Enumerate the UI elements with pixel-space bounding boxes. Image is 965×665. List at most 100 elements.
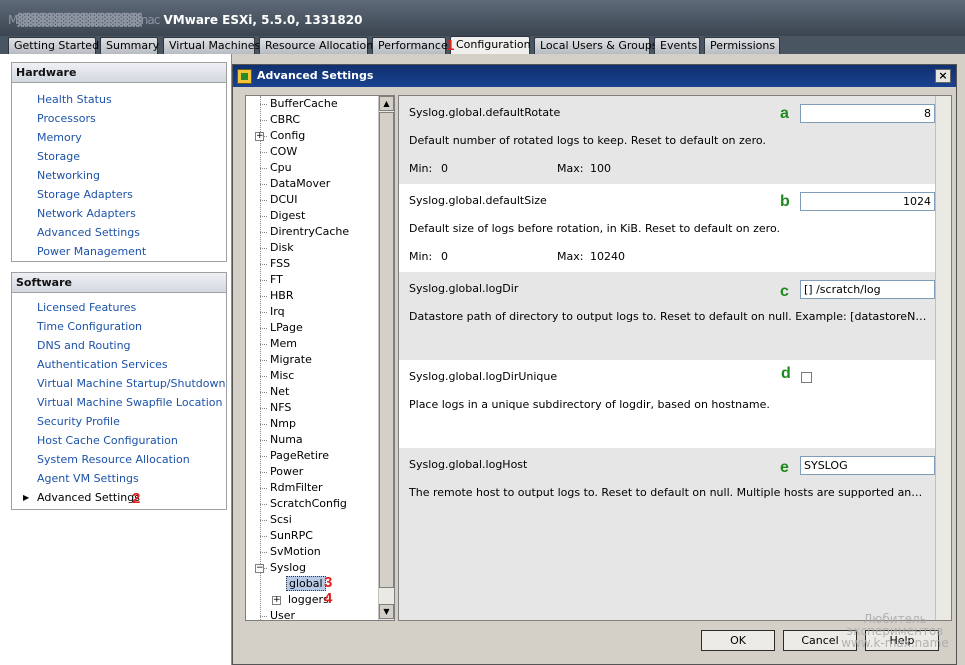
hw-storage-adapters-link[interactable]: Storage Adapters: [37, 188, 133, 201]
tree-node-loggers[interactable]: loggers: [288, 593, 329, 606]
hw-processors-link[interactable]: Processors: [37, 112, 96, 125]
setting-name: Syslog.global.logDir: [409, 282, 519, 295]
tree-connector: [260, 232, 267, 233]
tree-connector: [260, 376, 267, 377]
tree-node-mem[interactable]: Mem: [270, 337, 297, 350]
settings-tree: BufferCache CBRC Config + COW Cpu DataMover DCU…: [245, 95, 395, 621]
tree-scroll-up-icon[interactable]: ▲: [379, 96, 394, 111]
tree-node-nmp[interactable]: Nmp: [270, 417, 296, 430]
hardware-section: Hardware Health Status Processors Memory…: [11, 62, 227, 262]
tree-node-sunrpc[interactable]: SunRPC: [270, 529, 313, 542]
hw-networking-link[interactable]: Networking: [37, 169, 100, 182]
tree-node-irq[interactable]: Irq: [270, 305, 285, 318]
annotation-marker-1: 1: [446, 37, 455, 54]
tree-node-hbr[interactable]: HBR: [270, 289, 293, 302]
close-icon[interactable]: ×: [935, 69, 951, 83]
tree-node-digest[interactable]: Digest: [270, 209, 305, 222]
tree-node-rdmfilter[interactable]: RdmFilter: [270, 481, 323, 494]
settings-scrollbar[interactable]: [935, 96, 951, 620]
hw-storage-link[interactable]: Storage: [37, 150, 80, 163]
tree-connector: [260, 312, 267, 313]
tree-scrollbar[interactable]: ▲ ▼: [378, 96, 394, 620]
tree-node-buffercache[interactable]: BufferCache: [270, 97, 338, 110]
tree-scroll-down-icon[interactable]: ▼: [379, 604, 394, 619]
tree-node-cow[interactable]: COW: [270, 145, 297, 158]
expand-icon[interactable]: +: [255, 132, 264, 141]
tab-resource-allocation[interactable]: Resource Allocation: [259, 37, 373, 54]
hw-power-management-link[interactable]: Power Management: [37, 245, 146, 258]
sw-authentication-services-link[interactable]: Authentication Services: [37, 358, 168, 371]
tab-performance[interactable]: Performance: [372, 37, 448, 54]
tree-connector: [260, 264, 267, 265]
ok-button[interactable]: OK: [701, 630, 775, 651]
hw-health-status-link[interactable]: Health Status: [37, 93, 112, 106]
watermark-line-3: www.k-max.name: [841, 636, 949, 650]
expand-icon[interactable]: +: [272, 596, 281, 605]
default-size-input[interactable]: [800, 192, 935, 211]
tab-getting-started[interactable]: Getting Started: [8, 37, 99, 54]
tree-node-scsi[interactable]: Scsi: [270, 513, 292, 526]
tree-node-lpage[interactable]: LPage: [270, 321, 303, 334]
log-dir-unique-checkbox[interactable]: [801, 372, 812, 383]
setting-name: Syslog.global.logHost: [409, 458, 528, 471]
tree-node-syslog[interactable]: Syslog: [270, 561, 306, 574]
log-dir-input[interactable]: [800, 280, 935, 299]
tree-node-ft[interactable]: FT: [270, 273, 283, 286]
hw-advanced-settings-link[interactable]: Advanced Settings: [37, 226, 140, 239]
sw-agent-vm-settings-link[interactable]: Agent VM Settings: [37, 472, 139, 485]
tree-node-dcui[interactable]: DCUI: [270, 193, 297, 206]
tree-node-cpu[interactable]: Cpu: [270, 161, 292, 174]
tree-connector: [260, 216, 267, 217]
tab-events[interactable]: Events: [654, 37, 700, 54]
host-name-blurred: M▓▓▓▓▓▓▓▓▓▓▓▓▓▓▓nac: [8, 13, 160, 27]
sw-licensed-features-link[interactable]: Licensed Features: [37, 301, 136, 314]
log-host-input[interactable]: [800, 456, 935, 475]
tree-node-disk[interactable]: Disk: [270, 241, 294, 254]
sw-vm-startup-shutdown-link[interactable]: Virtual Machine Startup/Shutdown: [37, 377, 225, 390]
sw-vm-swapfile-location-link[interactable]: Virtual Machine Swapfile Location: [37, 396, 222, 409]
hw-network-adapters-link[interactable]: Network Adapters: [37, 207, 136, 220]
tree-node-user[interactable]: User: [270, 609, 295, 620]
tree-node-global[interactable]: global: [286, 576, 326, 591]
collapse-icon[interactable]: −: [255, 564, 264, 573]
sw-dns-routing-link[interactable]: DNS and Routing: [37, 339, 131, 352]
tree-connector: [260, 520, 267, 521]
tree-connector: [260, 424, 267, 425]
host-title: M▓▓▓▓▓▓▓▓▓▓▓▓▓▓▓nac VMware ESXi, 5.5.0, …: [8, 13, 362, 27]
sw-time-configuration-link[interactable]: Time Configuration: [37, 320, 142, 333]
tree-node-numa[interactable]: Numa: [270, 433, 303, 446]
tab-virtual-machines[interactable]: Virtual Machines: [163, 37, 260, 54]
tree-node-pageretire[interactable]: PageRetire: [270, 449, 329, 462]
tree-node-power[interactable]: Power: [270, 465, 303, 478]
dialog-title-bar: Advanced Settings ×: [233, 65, 956, 87]
tree-node-config[interactable]: Config: [270, 129, 305, 142]
hw-memory-link[interactable]: Memory: [37, 131, 82, 144]
tree-node-nfs[interactable]: NFS: [270, 401, 291, 414]
sw-advanced-settings-link[interactable]: Advanced Settings: [37, 491, 140, 504]
tree-connector: [260, 344, 267, 345]
tab-local-users-groups[interactable]: Local Users & Groups: [534, 37, 658, 54]
sw-host-cache-configuration-link[interactable]: Host Cache Configuration: [37, 434, 178, 447]
hardware-header: Hardware: [12, 63, 226, 83]
tree-connector: [260, 504, 267, 505]
tree-node-svmotion[interactable]: SvMotion: [270, 545, 321, 558]
tree-scroll-thumb[interactable]: [379, 112, 394, 588]
tab-permissions[interactable]: Permissions: [704, 37, 780, 54]
setting-name: Syslog.global.defaultSize: [409, 194, 547, 207]
tree-node-migrate[interactable]: Migrate: [270, 353, 312, 366]
default-rotate-input[interactable]: [800, 104, 935, 123]
tree-connector: [260, 488, 267, 489]
sw-security-profile-link[interactable]: Security Profile: [37, 415, 120, 428]
max-value: 10240: [590, 250, 625, 263]
tree-node-fss[interactable]: FSS: [270, 257, 290, 270]
sw-system-resource-allocation-link[interactable]: System Resource Allocation: [37, 453, 190, 466]
software-section: Software Licensed Features Time Configur…: [11, 272, 227, 510]
tree-node-cbrc[interactable]: CBRC: [270, 113, 300, 126]
tree-node-misc[interactable]: Misc: [270, 369, 294, 382]
tree-node-direntrycache[interactable]: DirentryCache: [270, 225, 349, 238]
tab-summary[interactable]: Summary: [100, 37, 159, 54]
tree-node-datamover[interactable]: DataMover: [270, 177, 330, 190]
tab-configuration[interactable]: Configuration: [450, 36, 531, 54]
tree-node-net[interactable]: Net: [270, 385, 289, 398]
tree-node-scratchconfig[interactable]: ScratchConfig: [270, 497, 347, 510]
